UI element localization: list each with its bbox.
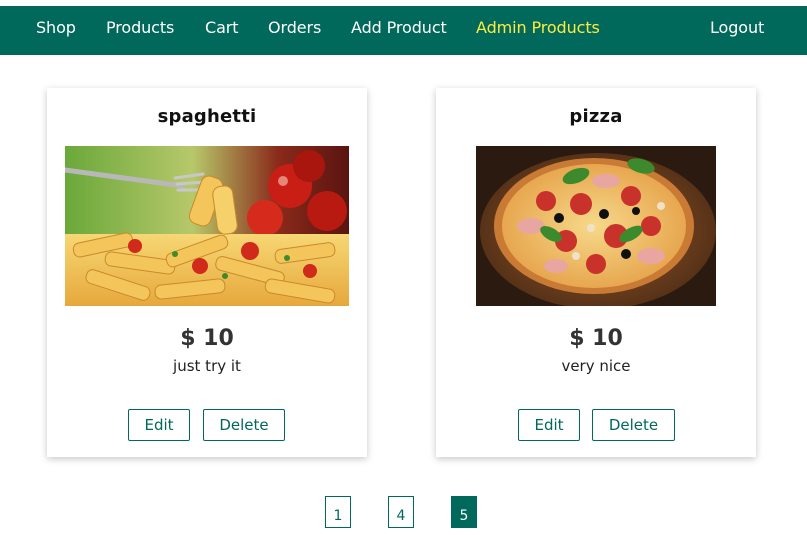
nav-admin-products[interactable]: Admin Products [476, 6, 600, 55]
pagination-page-1[interactable]: 1 [325, 496, 351, 528]
product-image-spaghetti [65, 146, 349, 306]
nav-shop[interactable]: Shop [36, 6, 76, 55]
edit-button[interactable]: Edit [128, 409, 190, 441]
pagination-page-4[interactable]: 4 [388, 496, 414, 528]
product-image-pizza [476, 146, 716, 306]
product-title: spaghetti [157, 106, 257, 127]
pagination-page-5-current[interactable]: 5 [451, 496, 477, 528]
product-title: pizza [569, 106, 623, 127]
nav-orders[interactable]: Orders [268, 6, 321, 55]
product-description: just try it [173, 357, 241, 375]
product-description: very nice [561, 357, 631, 375]
nav-add-product[interactable]: Add Product [351, 6, 447, 55]
product-price: $ 10 [569, 326, 623, 351]
product-price: $ 10 [180, 326, 234, 351]
delete-button[interactable]: Delete [592, 409, 675, 441]
nav-logout[interactable]: Logout [710, 6, 764, 55]
main-navbar: Shop Products Cart Orders Add Product Ad… [0, 6, 807, 55]
spaghetti-image-illustration [65, 146, 349, 306]
pizza-image-illustration [476, 146, 716, 306]
nav-cart[interactable]: Cart [205, 6, 239, 55]
nav-products[interactable]: Products [106, 6, 174, 55]
edit-button[interactable]: Edit [518, 409, 580, 441]
delete-button[interactable]: Delete [203, 409, 285, 441]
